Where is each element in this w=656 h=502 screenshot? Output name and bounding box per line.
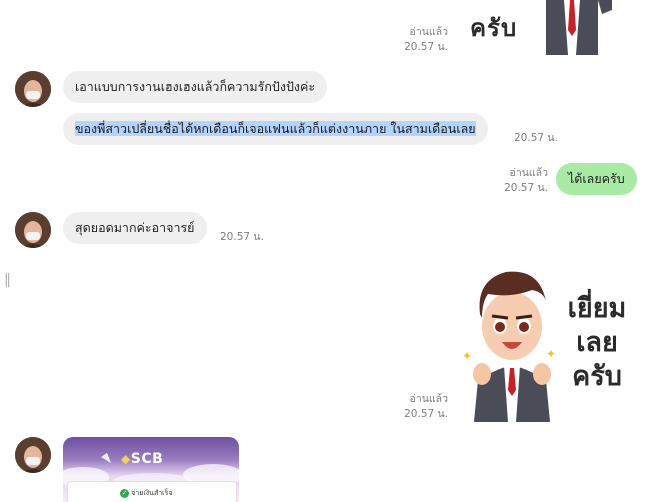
message-time: 20.57 น. [404, 408, 448, 420]
avatar[interactable] [15, 437, 51, 473]
message-bubble[interactable]: เอาแบบการงานเฮงเฮงแล้วก็ความรักปังปังค่ะ [63, 71, 328, 103]
message-bubble[interactable]: ของพี่สาวเปลี่ยนชื่อได้หกเดือนก็เจอแฟนแล… [63, 113, 488, 145]
user-avatar-icon [15, 71, 51, 107]
message-time: 20.57 น. [404, 41, 448, 53]
svg-text:✦: ✦ [462, 349, 472, 363]
sticker-top-text: ครับ [470, 14, 518, 42]
sticker-top[interactable]: ครับ [462, 0, 612, 55]
selected-text[interactable]: ของพี่สาวเปลี่ยนชื่อได้หกเดือนก็เจอแฟนแล… [75, 121, 476, 136]
message-bubble[interactable]: สุดยอดมากค่ะอาจารย์ [63, 212, 207, 244]
scb-logo-icon: ◆SCB [121, 451, 164, 467]
resize-handle-icon[interactable]: ‖ [4, 272, 11, 288]
user-avatar-icon [15, 212, 51, 248]
read-status: อ่านแล้ว 20.57 น. [380, 392, 448, 422]
businessman-thumbs-up-sticker-icon: ✦ ✦ [462, 271, 556, 422]
my-message-bubble[interactable]: ได้เลยครับ [556, 163, 637, 195]
sticker-caption: เยี่ยม เลย ครับ [567, 293, 627, 392]
avatar[interactable] [15, 212, 51, 248]
message-time: 20.57 น. [514, 132, 558, 144]
message-time: 20.57 น. [504, 182, 548, 194]
read-status: อ่านแล้ว 20.57 น. [380, 25, 448, 55]
payment-slip-image[interactable]: ◆SCB ✓ จ่ายเงินสำเร็จ [63, 437, 239, 502]
payment-status: จ่ายเงินสำเร็จ [131, 489, 173, 497]
avatar[interactable] [15, 71, 51, 107]
check-circle-icon: ✓ [120, 488, 129, 498]
sticker-image[interactable]: ✦ ✦ เยี่ยม เลย ครับ [462, 262, 642, 422]
message-time: 20.57 น. [220, 231, 264, 243]
user-avatar-icon [15, 437, 51, 473]
slip-card: ✓ จ่ายเงินสำเร็จ [67, 481, 237, 502]
read-status: อ่านแล้ว 20.57 น. [480, 166, 548, 196]
